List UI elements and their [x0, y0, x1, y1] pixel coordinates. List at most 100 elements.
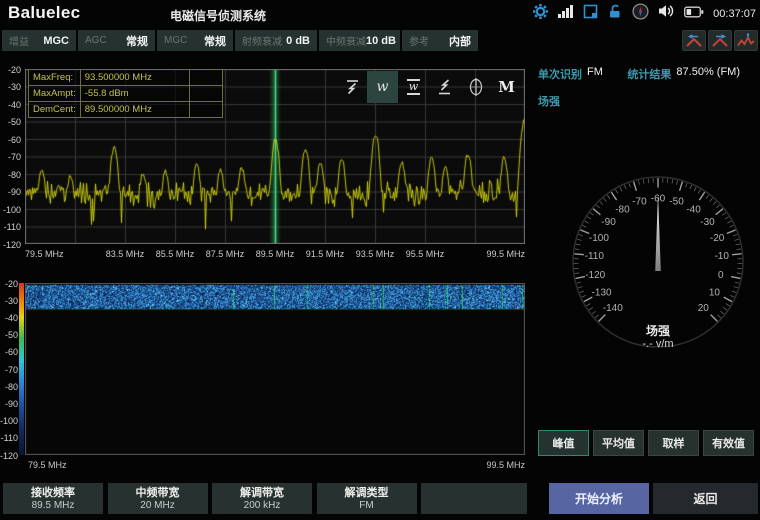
- toolbar-group-5[interactable]: 中频衰减10 dB: [319, 30, 400, 51]
- info-empty-cell: [189, 86, 222, 102]
- y-tick-label: -110: [0, 433, 18, 443]
- waterfall-x-right-label: 99.5 MHz: [465, 460, 525, 470]
- x-tick-label: 85.5 MHz: [147, 249, 203, 259]
- detector-button-1[interactable]: 峰值: [538, 430, 589, 456]
- y-tick-label: -20: [0, 65, 21, 75]
- toolbar-group-6[interactable]: 参考 内部: [402, 30, 478, 51]
- detector-button-3[interactable]: 取样: [648, 430, 699, 456]
- max-hold-detector-icon[interactable]: w: [398, 71, 429, 103]
- clock: 00:37:07: [713, 8, 756, 20]
- toolbar-group-label: AGC: [85, 35, 107, 46]
- peak-search-button[interactable]: [734, 30, 758, 51]
- info-label: MaxAmpt:: [29, 86, 81, 102]
- gauge-tick-label: -130: [592, 288, 612, 299]
- y-tick-label: -80: [0, 382, 18, 392]
- toolbar-group-3[interactable]: MGC常规: [157, 30, 233, 51]
- toolbar-group-label: 中频衰减: [326, 33, 366, 48]
- param-value: 200 kHz: [244, 500, 281, 512]
- peak-right-button[interactable]: [708, 30, 732, 51]
- y-tick-label: -70: [0, 152, 21, 162]
- gauge-tick-label: -40: [686, 204, 701, 215]
- y-tick-label: -30: [0, 296, 18, 306]
- marker-buttons: [682, 30, 758, 51]
- back-button[interactable]: 返回: [653, 483, 758, 514]
- y-tick-label: -90: [0, 187, 21, 197]
- toolbar-group-2[interactable]: AGC 常规: [78, 30, 155, 51]
- toolbar-group-label: 增益: [9, 33, 29, 48]
- gauge-tick-label: -70: [632, 196, 647, 207]
- field-strength-label: 场强: [538, 93, 560, 109]
- toolbar-group-label: 射频衰减: [242, 33, 282, 48]
- y-tick-label: -100: [0, 416, 18, 426]
- param-button-2[interactable]: 中频带宽20 MHz: [108, 483, 208, 514]
- detector-button-2[interactable]: 平均值: [593, 430, 644, 456]
- param-value: FM: [359, 500, 373, 512]
- y-tick-label: -20: [0, 279, 18, 289]
- toolbar-group-4[interactable]: 射频衰减0 dB: [235, 30, 317, 51]
- sample-detector-icon[interactable]: w: [367, 71, 398, 103]
- toolbar-groups: 增益MGCAGC常规MGC常规射频衰减0 dB中频衰减10 dB参考内部: [2, 30, 478, 51]
- app-root: Baluelec 电磁信号侦测系统: [0, 0, 760, 520]
- toolbar-group-1[interactable]: 增益MGC: [2, 30, 76, 51]
- peak-search-icon: [736, 33, 756, 49]
- spectrum-info-box: MaxFreq:93.500000 MHzMaxAmpt:-55.8 dBmDe…: [28, 69, 223, 118]
- param-label: 接收频率: [31, 486, 75, 500]
- gauge-tick-label: 10: [709, 288, 721, 299]
- speaker-icon[interactable]: [658, 4, 675, 23]
- start-analysis-button[interactable]: 开始分析: [549, 483, 649, 514]
- info-empty-cell: [189, 70, 222, 86]
- y-tick-label: -100: [0, 205, 21, 215]
- peak-left-icon: [684, 33, 704, 49]
- param-slot-empty: [421, 483, 527, 514]
- param-value: 20 MHz: [140, 500, 174, 512]
- y-tick-label: -120: [0, 451, 18, 461]
- gauss-filter-icon[interactable]: [460, 71, 491, 103]
- waterfall-x-left-label: 79.5 MHz: [28, 460, 67, 470]
- signal-strength-icon: [558, 4, 574, 23]
- param-button-4[interactable]: 解调类型FM: [317, 483, 417, 514]
- peak-right-icon: [710, 33, 730, 49]
- gauge-tick-label: -140: [603, 303, 623, 314]
- screenshot-icon[interactable]: [583, 4, 598, 24]
- pos-peak-detector-icon[interactable]: [429, 71, 460, 103]
- info-row: MaxFreq:93.500000 MHz: [29, 70, 223, 86]
- detector-button-4[interactable]: 有效值: [703, 430, 754, 456]
- peak-left-button[interactable]: [682, 30, 706, 51]
- y-tick-label: -60: [0, 347, 18, 357]
- param-button-3[interactable]: 解调带宽200 kHz: [212, 483, 312, 514]
- toolbar-group-value: 常规: [204, 33, 226, 49]
- toolbar-group-label: 参考: [409, 33, 429, 48]
- neg-peak-detector-icon[interactable]: [336, 71, 367, 103]
- brand-logo: Baluelec: [8, 3, 80, 23]
- stats-label: 统计结果: [627, 66, 671, 82]
- gauge-tick-label: -120: [585, 270, 605, 281]
- detector-buttons: 峰值平均值取样有效值: [538, 430, 754, 456]
- info-row: DemCent:89.500000 MHz: [29, 102, 223, 118]
- single-result-value: FM: [587, 66, 603, 82]
- toolbar-group-value: 常规: [126, 33, 148, 49]
- param-label: 中频带宽: [136, 486, 180, 500]
- info-label: DemCent:: [29, 102, 81, 118]
- unlock-icon[interactable]: [607, 3, 623, 24]
- param-button-1[interactable]: 接收频率89.5 MHz: [3, 483, 103, 514]
- y-tick-label: -40: [0, 313, 18, 323]
- gauge-tick-label: -100: [589, 233, 609, 244]
- marker-m-icon[interactable]: M: [491, 71, 522, 103]
- y-tick-label: -50: [0, 330, 18, 340]
- waterfall-colorbar: [19, 283, 24, 455]
- x-tick-label: 83.5 MHz: [97, 249, 153, 259]
- x-tick-label: 91.5 MHz: [297, 249, 353, 259]
- stats-value: 87.50% (FM): [676, 66, 740, 82]
- param-label: 解调类型: [345, 486, 389, 500]
- y-tick-label: -80: [0, 170, 21, 180]
- info-value: 93.500000 MHz: [80, 70, 189, 86]
- y-tick-label: -30: [0, 82, 21, 92]
- toolbar-group-value: 内部: [449, 33, 471, 49]
- gear-icon[interactable]: [532, 3, 549, 25]
- gauge-tick-label: 20: [698, 303, 710, 314]
- gauge-tick-label: -80: [615, 204, 630, 215]
- param-label: 解调带宽: [240, 486, 284, 500]
- bottom-params: 接收频率89.5 MHz中频带宽20 MHz解调带宽200 kHz解调类型FM: [3, 483, 527, 514]
- battery-icon: [684, 5, 704, 23]
- gauge-tick-label: -30: [700, 217, 715, 228]
